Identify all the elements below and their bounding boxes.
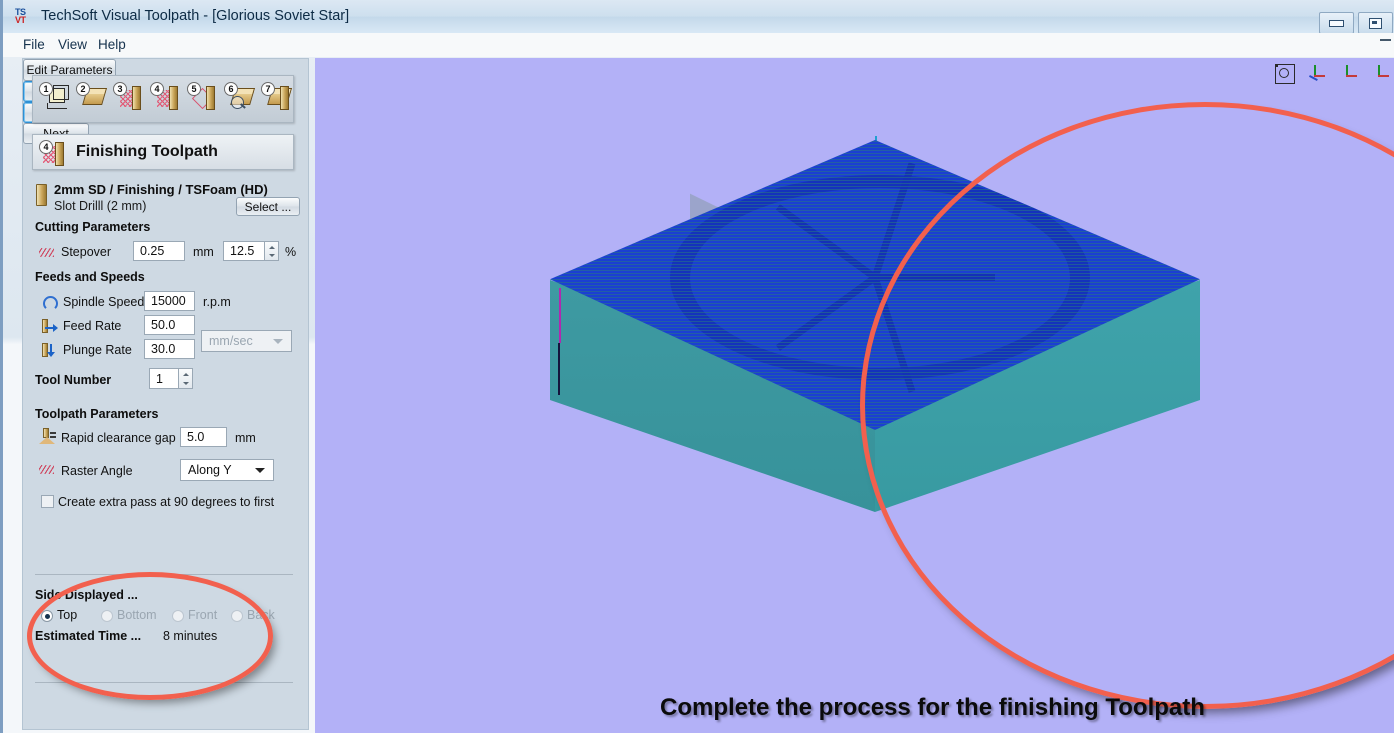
application-window: TS VT TechSoft Visual Toolpath - [Glorio…: [0, 0, 1394, 733]
instruction-overlay: Complete the process for the finishing T…: [660, 690, 1360, 733]
select-tool-button[interactable]: Select ...: [236, 197, 300, 216]
annotation-ellipse-sidebar: [27, 572, 273, 700]
raster-angle-select[interactable]: Along Y: [180, 459, 274, 481]
rapid-clearance-unit: mm: [235, 431, 256, 445]
percent-unit: %: [285, 245, 297, 259]
tool-description: Slot Drilll (2 mm): [54, 199, 147, 213]
menu-item-help[interactable]: Help: [98, 37, 126, 52]
title-bar: TS VT TechSoft Visual Toolpath - [Glorio…: [3, 0, 1394, 34]
step-button-3[interactable]: 3: [113, 80, 141, 118]
step-header-number: 4: [39, 140, 53, 154]
step-header-label: Finishing Toolpath: [76, 143, 218, 160]
raster-angle-value: Along Y: [188, 463, 232, 477]
stepover-percent-stepper[interactable]: [265, 241, 279, 261]
spindle-speed-input[interactable]: 15000: [144, 291, 195, 311]
step-number-4: 4: [150, 82, 164, 96]
step-button-4[interactable]: 4: [150, 80, 178, 118]
spindle-speed-icon: [41, 295, 58, 311]
drill-bit-icon: [36, 184, 47, 206]
stepover-unit: mm: [193, 245, 214, 259]
menu-bar: File View Help: [3, 33, 1394, 57]
origin-marker-line-dark: [558, 343, 560, 395]
app-logo-icon: TS VT: [15, 8, 34, 26]
plunge-rate-input[interactable]: 30.0: [144, 339, 195, 359]
instruction-line-2: CLICK NEXT: [660, 725, 1360, 733]
extra-pass-checkbox[interactable]: [41, 495, 54, 508]
tool-name: 2mm SD / Finishing / TSFoam (HD): [54, 182, 268, 197]
step-number-7: 7: [261, 82, 275, 96]
restore-button[interactable]: [1358, 12, 1393, 34]
cutting-parameters-heading: Cutting Parameters: [35, 220, 151, 234]
menu-item-view[interactable]: View: [58, 37, 87, 52]
step-button-2[interactable]: 2: [76, 80, 106, 118]
minimize-icon: [1329, 19, 1344, 27]
stepover-input[interactable]: 0.25: [133, 241, 185, 261]
feeds-heading: Feeds and Speeds: [35, 270, 145, 284]
step-number-3: 3: [113, 82, 127, 96]
rapid-clearance-label: Rapid clearance gap: [61, 431, 176, 445]
step-number-6: 6: [224, 82, 238, 96]
chevron-down-icon: [255, 468, 265, 473]
origin-marker-line: [559, 288, 561, 343]
rapid-clearance-icon: [39, 428, 56, 444]
window-frame: TS VT TechSoft Visual Toolpath - [Glorio…: [0, 0, 1394, 733]
step-button-7[interactable]: 7: [261, 80, 291, 118]
raster-angle-icon: [39, 462, 56, 477]
step-button-6[interactable]: 6: [224, 80, 254, 118]
feed-rate-input[interactable]: 50.0: [144, 315, 195, 335]
stepover-percent-input[interactable]: 12.5: [223, 241, 265, 261]
step-button-1[interactable]: 1: [39, 80, 69, 118]
instruction-line-1: Complete the process for the finishing T…: [660, 694, 1205, 721]
step-toolbar: 1 2 3 4 5 6 7: [32, 75, 294, 123]
mdi-minimize-icon[interactable]: [1380, 39, 1391, 41]
chevron-down-icon: [273, 339, 283, 344]
tool-number-label: Tool Number: [35, 373, 112, 387]
rapid-clearance-input[interactable]: 5.0: [180, 427, 227, 447]
app-logo-bottom: VT: [15, 15, 26, 25]
spindle-speed-label: Spindle Speed: [63, 295, 145, 309]
step-number-1: 1: [39, 82, 53, 96]
step-number-5: 5: [187, 82, 201, 96]
plunge-rate-label: Plunge Rate: [63, 343, 132, 357]
toolpath-parameters-heading: Toolpath Parameters: [35, 407, 159, 421]
window-controls: [1319, 12, 1393, 34]
step-number-2: 2: [76, 82, 90, 96]
minimize-button[interactable]: [1319, 12, 1354, 34]
feed-rate-icon: [41, 319, 58, 334]
spindle-speed-unit: r.p.m: [203, 295, 231, 309]
finishing-toolpath-icon: 4: [38, 137, 68, 167]
current-step-header: 4 Finishing Toolpath: [32, 134, 294, 170]
rate-unit-value: mm/sec: [209, 334, 253, 348]
stepover-icon: [39, 245, 56, 260]
plunge-rate-icon: [41, 343, 58, 358]
feed-rate-label: Feed Rate: [63, 319, 122, 333]
tool-number-input[interactable]: 1: [149, 368, 179, 389]
tool-number-stepper[interactable]: [179, 368, 193, 389]
step-button-5[interactable]: 5: [187, 80, 215, 118]
menu-item-file[interactable]: File: [23, 37, 45, 52]
window-title: TechSoft Visual Toolpath - [Glorious Sov…: [41, 8, 350, 24]
extra-pass-label: Create extra pass at 90 degrees to first: [58, 495, 275, 509]
stepover-label: Stepover: [61, 245, 112, 259]
rate-unit-select[interactable]: mm/sec: [201, 330, 292, 352]
restore-icon: [1369, 17, 1382, 29]
raster-angle-label: Raster Angle: [61, 464, 133, 478]
3d-viewport[interactable]: Complete the process for the finishing T…: [315, 58, 1394, 733]
